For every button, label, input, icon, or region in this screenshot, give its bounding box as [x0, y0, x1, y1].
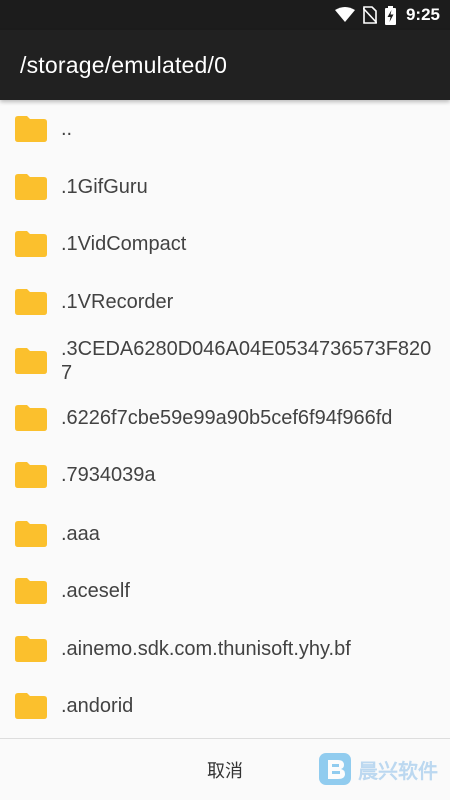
- list-item[interactable]: .ainemo.sdk.com.thunisoft.yhy.bf: [0, 620, 450, 677]
- item-label: .7934039a: [61, 464, 156, 486]
- no-sim-icon: [362, 6, 377, 24]
- item-label: ..: [61, 118, 73, 140]
- list-item[interactable]: .3CEDA6280D046A04E0534736573F8207: [0, 330, 450, 391]
- list-item[interactable]: ..: [0, 100, 450, 158]
- folder-icon: [15, 462, 49, 488]
- list-item[interactable]: .6226f7cbe59e99a90b5cef6f94f966fd: [0, 391, 450, 445]
- list-item[interactable]: .1VRecorder: [0, 273, 450, 330]
- item-label: .1VidCompact: [61, 233, 187, 255]
- status-time: 9:25: [405, 5, 440, 24]
- file-list[interactable]: .. .1GifGuru .1VidCompact .1VRecorder .3…: [0, 100, 450, 738]
- list-item[interactable]: .andorid: [0, 677, 450, 735]
- cancel-button[interactable]: 取消: [180, 739, 270, 800]
- item-label: .aaa: [61, 522, 100, 545]
- folder-icon: [15, 578, 49, 604]
- bottom-bar: 取消 晨兴软件: [0, 738, 450, 800]
- app-bar: /storage/emulated/0: [0, 30, 450, 100]
- folder-icon: [15, 347, 49, 374]
- folder-icon: [15, 405, 49, 431]
- list-item[interactable]: .1VidCompact: [0, 215, 450, 273]
- item-label: .6226f7cbe59e99a90b5cef6f94f966fd: [61, 407, 393, 429]
- watermark-text: 晨兴软件: [358, 760, 438, 783]
- status-bar: 9:25: [0, 0, 450, 30]
- item-label: .1VRecorder: [61, 290, 174, 313]
- list-item[interactable]: .aceself: [0, 562, 450, 620]
- wifi-icon: [334, 7, 355, 23]
- folder-icon: [15, 116, 49, 142]
- folder-icon: [15, 288, 49, 315]
- folder-icon: [15, 231, 49, 257]
- item-label: .andorid: [61, 695, 134, 717]
- folder-icon: [15, 520, 49, 547]
- list-item[interactable]: .aaa: [0, 505, 450, 562]
- folder-icon: [15, 173, 49, 200]
- folder-icon: [15, 635, 49, 662]
- item-label: .1GifGuru: [61, 175, 148, 198]
- battery-charging-icon: [384, 5, 396, 25]
- folder-icon: [15, 693, 49, 719]
- current-path: /storage/emulated/0: [20, 51, 228, 78]
- list-item[interactable]: .7934039a: [0, 445, 450, 505]
- item-label: .aceself: [61, 580, 130, 602]
- item-label: .ainemo.sdk.com.thunisoft.yhy.bf: [61, 637, 351, 660]
- item-label: .3CEDA6280D046A04E0534736573F8207: [61, 337, 432, 384]
- watermark-logo: 晨兴软件: [318, 752, 438, 786]
- list-item[interactable]: .1GifGuru: [0, 158, 450, 215]
- watermark-icon: [319, 753, 351, 785]
